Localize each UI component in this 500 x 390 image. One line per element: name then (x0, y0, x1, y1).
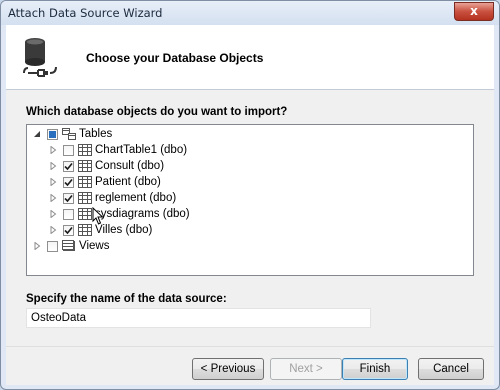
tree-item[interactable]: sysdiagrams (dbo) (49, 206, 190, 222)
expand-arrow-icon[interactable] (49, 194, 57, 202)
title-bar[interactable]: Attach Data Source Wizard x (1, 1, 499, 25)
window-title: Attach Data Source Wizard (8, 6, 163, 20)
expand-arrow-icon[interactable] (49, 162, 57, 170)
table-icon (78, 176, 92, 188)
tree-node-views[interactable]: Views (33, 238, 109, 254)
table-icon (78, 144, 92, 156)
views-icon (62, 240, 75, 251)
data-source-name-label: Specify the name of the data source: (26, 293, 227, 305)
next-button[interactable]: Next > (270, 358, 342, 380)
table-icon (78, 224, 92, 236)
database-objects-tree[interactable]: Tables ChartTable1 (dbo) Consult (dbo) P… (26, 124, 474, 276)
tree-node-label: Views (79, 240, 110, 252)
tree-item-label: ChartTable1 (dbo) (95, 144, 188, 156)
wizard-window: Attach Data Source Wizard x Choose your … (0, 0, 500, 390)
close-button[interactable]: x (454, 2, 494, 21)
item-checkbox[interactable] (63, 176, 74, 188)
checkmark-icon (64, 194, 73, 202)
cancel-button[interactable]: Cancel (418, 358, 484, 380)
checkmark-icon (64, 226, 73, 234)
database-plug-icon (23, 38, 57, 77)
data-source-name-input[interactable] (26, 308, 371, 328)
expand-arrow-icon[interactable] (49, 146, 57, 154)
tree-item-label: Consult (dbo) (95, 160, 165, 172)
wizard-footer: < Previous Next > Finish Cancel (6, 346, 494, 385)
tree-item-label: sysdiagrams (dbo) (95, 208, 190, 220)
table-icon (78, 208, 92, 220)
item-checkbox[interactable] (63, 144, 74, 156)
tree-node-label: Tables (79, 128, 113, 140)
checkmark-icon (64, 162, 73, 170)
wizard-content: Which database objects do you want to im… (6, 90, 494, 346)
mouse-cursor-icon (92, 207, 104, 225)
table-icon (78, 192, 92, 204)
tables-checkbox[interactable] (47, 128, 58, 140)
tree-item-label: reglement (dbo) (95, 192, 177, 204)
expand-arrow-icon[interactable] (49, 178, 57, 186)
page-title: Choose your Database Objects (86, 51, 264, 65)
expand-arrow-icon[interactable] (33, 242, 41, 250)
tree-item[interactable]: ChartTable1 (dbo) (49, 142, 187, 158)
tree-item-label: Patient (dbo) (95, 176, 161, 188)
finish-button[interactable]: Finish (342, 358, 408, 380)
tree-item-label: Villes (dbo) (95, 224, 153, 236)
item-checkbox[interactable] (63, 208, 74, 220)
checkmark-icon (64, 178, 73, 186)
item-checkbox[interactable] (63, 192, 74, 204)
collapse-arrow-icon[interactable] (33, 130, 41, 138)
previous-button[interactable]: < Previous (192, 358, 264, 380)
views-checkbox[interactable] (47, 240, 58, 252)
partial-check-indicator (49, 130, 56, 138)
tree-node-tables[interactable]: Tables (33, 126, 112, 142)
expand-arrow-icon[interactable] (49, 226, 57, 234)
wizard-header: Choose your Database Objects (6, 25, 494, 90)
tree-item[interactable]: Consult (dbo) (49, 158, 164, 174)
item-checkbox[interactable] (63, 224, 74, 236)
tree-item[interactable]: reglement (dbo) (49, 190, 176, 206)
tree-item[interactable]: Patient (dbo) (49, 174, 161, 190)
objects-section-label: Which database objects do you want to im… (26, 106, 288, 118)
expand-arrow-icon[interactable] (49, 210, 57, 218)
table-icon (78, 160, 92, 172)
tables-folder-icon (62, 128, 76, 140)
item-checkbox[interactable] (63, 160, 74, 172)
